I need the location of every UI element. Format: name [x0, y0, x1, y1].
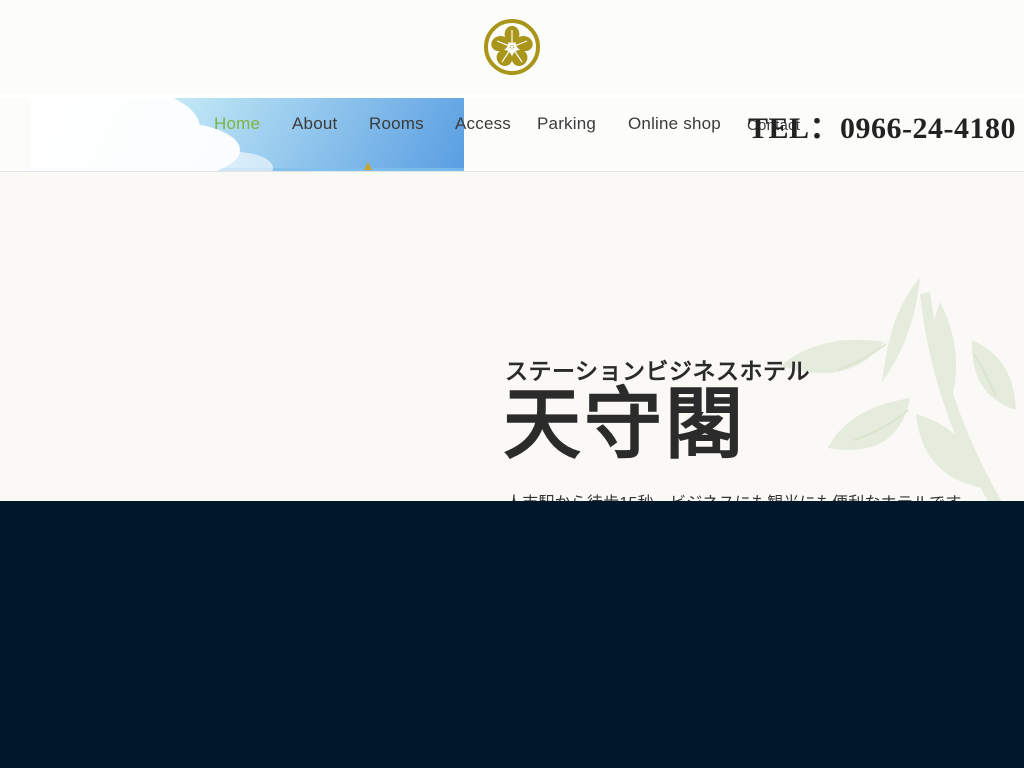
hero-description: 人吉駅から徒歩15秒。ビジネスにも観光にも便利なホテルです。: [506, 489, 976, 501]
leaf-branch-watermark-icon: [734, 182, 1024, 501]
logo-bar: [0, 0, 1024, 94]
nav-item-about[interactable]: About: [292, 114, 337, 134]
nav-item-home[interactable]: Home: [214, 114, 260, 134]
nav-item-rooms[interactable]: Rooms: [369, 114, 424, 134]
hero-section: ステーションビジネスホテル 天守閣 人吉駅から徒歩15秒。ビジネスにも観光にも便…: [0, 172, 1024, 501]
hero-title: 天守閣: [503, 380, 747, 468]
features-section: 交通至便 You never get lost 快適な客室 Clean and …: [0, 501, 1024, 768]
nav-item-parking[interactable]: Parking: [537, 114, 596, 134]
telephone-number[interactable]: TEL：0966-24-4180: [748, 103, 1016, 147]
nav-item-access[interactable]: Access: [455, 114, 511, 134]
nav-item-online-shop[interactable]: Online shop: [628, 114, 721, 134]
kamon-flower-crest-icon[interactable]: [481, 16, 543, 78]
nav-left-spacer: [0, 98, 30, 171]
page-root: Home About Rooms Access Parking Online s…: [0, 0, 1024, 768]
